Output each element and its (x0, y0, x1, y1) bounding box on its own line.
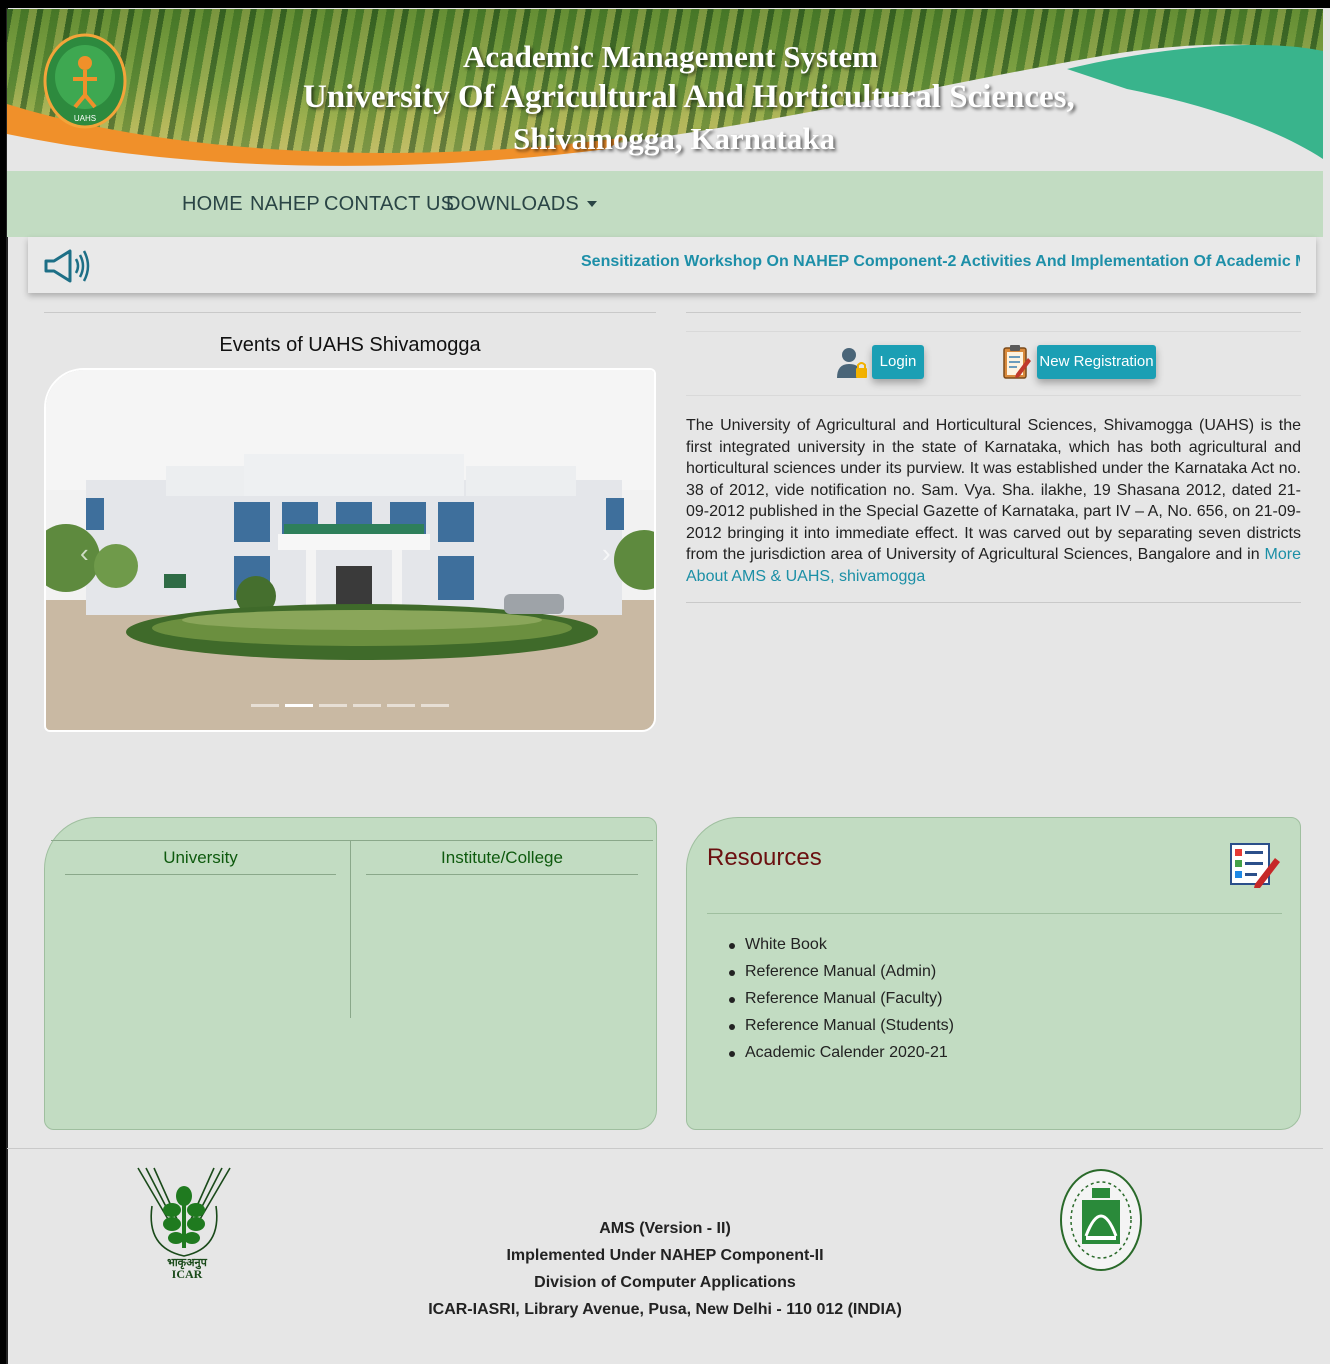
icar-text: ICAR (172, 1267, 203, 1281)
resource-manual-students[interactable]: Reference Manual (Students) (727, 1017, 954, 1044)
resource-white-book[interactable]: White Book (727, 936, 954, 963)
column-divider (350, 840, 351, 1018)
divider (366, 874, 638, 875)
logo-text: UAHS (74, 114, 96, 123)
university-name: University Of Agricultural And Horticult… (303, 79, 1075, 115)
footer-version: AMS (Version - II) (599, 1220, 731, 1237)
chevron-down-icon (586, 201, 597, 207)
footer-address: ICAR-IASRI, Library Avenue, Pusa, New De… (428, 1301, 902, 1318)
login-button[interactable]: Login (872, 345, 924, 379)
user-lock-icon (837, 348, 867, 378)
divider (686, 312, 1301, 313)
resources-panel: Resources White Book Reference Manual (A… (686, 817, 1301, 1130)
clipboard-edit-icon (1003, 345, 1031, 379)
carousel-indicators (251, 704, 449, 707)
carousel-next-icon[interactable]: › (602, 538, 611, 569)
university-column-header: University (163, 848, 238, 867)
iasri-logo (1060, 1169, 1142, 1271)
panel-top-line (51, 840, 653, 841)
carousel-indicator[interactable] (319, 704, 347, 707)
uahs-logo: UAHS (43, 33, 127, 129)
nav-downloads-label: DOWNLOADS (446, 193, 579, 215)
megaphone-icon (44, 249, 90, 283)
carousel-image (46, 370, 654, 730)
divider (65, 874, 336, 875)
nav-home[interactable]: HOME (182, 193, 243, 216)
carousel-indicator[interactable] (285, 704, 313, 707)
carousel-indicator[interactable] (421, 704, 449, 707)
carousel-indicator[interactable] (353, 704, 381, 707)
events-title: Events of UAHS Shivamogga (219, 334, 481, 356)
footer-info: AMS (Version - II) Implemented Under NAH… (340, 1215, 990, 1323)
divider (686, 602, 1301, 603)
about-paragraph: The University of Agricultural and Horti… (686, 417, 1301, 563)
footer-division: Division of Computer Applications (534, 1274, 796, 1291)
resources-list: White Book Reference Manual (Admin) Refe… (727, 936, 954, 1071)
resource-manual-admin[interactable]: Reference Manual (Admin) (727, 963, 954, 990)
divider (44, 312, 656, 313)
events-carousel: ‹ › (44, 368, 656, 732)
university-location: Shivamogga, Karnataka (513, 121, 836, 156)
divider (686, 331, 1301, 332)
nav-contact-us[interactable]: CONTACT US (324, 193, 454, 216)
new-registration-button[interactable]: New Registration (1037, 345, 1156, 379)
page-title: Academic Management System (463, 39, 878, 74)
about-text: The University of Agricultural and Horti… (686, 415, 1301, 587)
footer-implemented: Implemented Under NAHEP Component-II (506, 1247, 824, 1264)
main-nav: HOME NAHEP CONTACT US DOWNLOADS (7, 171, 1323, 237)
document-edit-icon (1230, 843, 1280, 888)
carousel-prev-icon[interactable]: ‹ (80, 538, 89, 569)
icar-logo: भाकृअनुप ICAR (137, 1167, 231, 1281)
resource-manual-faculty[interactable]: Reference Manual (Faculty) (727, 990, 954, 1017)
news-headline[interactable]: Sensitization Workshop On NAHEP Componen… (581, 253, 1300, 271)
carousel-indicator[interactable] (387, 704, 415, 707)
divider (686, 395, 1301, 396)
footer-divider (7, 1148, 1323, 1149)
resource-academic-calender[interactable]: Academic Calender 2020-21 (727, 1044, 954, 1071)
nav-nahep[interactable]: NAHEP (250, 193, 320, 216)
header-banner: UAHS Academic Management System Universi… (7, 9, 1323, 171)
university-panel: University Institute/College (44, 817, 657, 1130)
resources-title: Resources (707, 844, 822, 871)
institute-column-header: Institute/College (441, 848, 563, 867)
news-ticker: Sensitization Workshop On NAHEP Componen… (28, 237, 1316, 293)
carousel-indicator[interactable] (251, 704, 279, 707)
nav-downloads[interactable]: DOWNLOADS (446, 193, 597, 216)
divider (707, 913, 1282, 914)
